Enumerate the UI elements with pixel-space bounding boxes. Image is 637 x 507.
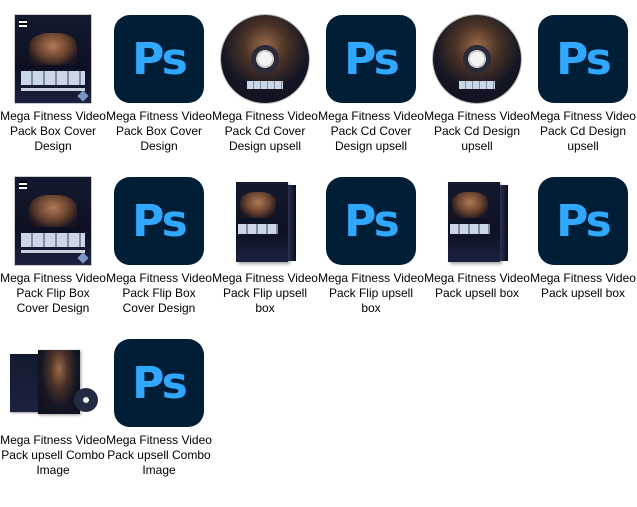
psd-thumbnail: Ps [538, 176, 628, 266]
image-thumbnail [8, 14, 98, 104]
file-label: Mega Fitness Video Pack Box Cover Design [0, 109, 106, 153]
psd-thumbnail: Ps [114, 176, 204, 266]
image-thumbnail [220, 14, 310, 104]
psd-thumbnail: Ps [326, 176, 416, 266]
product-box-thumbnail-icon [444, 178, 510, 264]
file-label: Mega Fitness Video Pack Cd Cover Design … [212, 109, 318, 153]
file-item[interactable]: Mega Fitness Video Pack Box Cover Design [0, 0, 106, 153]
file-label: Mega Fitness Video Pack Flip upsell box [212, 271, 318, 315]
file-label: Mega Fitness Video Pack upsell Combo Ima… [106, 433, 212, 477]
psd-thumbnail: Ps [114, 338, 204, 428]
cd-thumbnail-icon [433, 15, 521, 103]
file-label: Mega Fitness Video Pack Cd Design upsell [424, 109, 530, 153]
file-item[interactable]: Ps Mega Fitness Video Pack upsell box [530, 162, 636, 312]
file-item[interactable]: Ps Mega Fitness Video Pack Flip upsell b… [318, 162, 424, 315]
file-label: Mega Fitness Video Pack upsell box [530, 271, 636, 300]
image-thumbnail [432, 176, 522, 266]
file-label: Mega Fitness Video Pack Flip Box Cover D… [0, 271, 106, 315]
file-item[interactable]: Mega Fitness Video Pack Flip upsell box [212, 162, 318, 315]
file-item[interactable]: Ps Mega Fitness Video Pack Box Cover Des… [106, 0, 212, 153]
file-label: Mega Fitness Video Pack upsell box [424, 271, 530, 300]
product-box-thumbnail-icon [232, 178, 298, 264]
box-cover-thumbnail-icon [15, 177, 91, 265]
combo-image-thumbnail-icon [8, 348, 98, 418]
image-thumbnail [432, 14, 522, 104]
file-item[interactable]: Ps Mega Fitness Video Pack Flip Box Cove… [106, 162, 212, 315]
file-item[interactable]: Ps Mega Fitness Video Pack Cd Design ups… [530, 0, 636, 153]
photoshop-icon: Ps [114, 339, 204, 427]
psd-thumbnail: Ps [114, 14, 204, 104]
image-thumbnail [220, 176, 310, 266]
file-label: Mega Fitness Video Pack Flip Box Cover D… [106, 271, 212, 315]
photoshop-icon: Ps [538, 177, 628, 265]
file-label: Mega Fitness Video Pack Cd Cover Design … [318, 109, 424, 153]
psd-thumbnail: Ps [538, 14, 628, 104]
file-item[interactable]: Mega Fitness Video Pack Flip Box Cover D… [0, 162, 106, 315]
photoshop-icon: Ps [326, 15, 416, 103]
file-label: Mega Fitness Video Pack Cd Design upsell [530, 109, 636, 153]
photoshop-icon: Ps [326, 177, 416, 265]
psd-thumbnail: Ps [326, 14, 416, 104]
box-cover-thumbnail-icon [15, 15, 91, 103]
photoshop-icon: Ps [538, 15, 628, 103]
cd-thumbnail-icon [221, 15, 309, 103]
file-item[interactable]: Ps Mega Fitness Video Pack Cd Cover Desi… [318, 0, 424, 153]
file-item[interactable]: Ps Mega Fitness Video Pack upsell Combo … [106, 324, 212, 477]
file-label: Mega Fitness Video Pack upsell Combo Ima… [0, 433, 106, 477]
file-item[interactable]: Mega Fitness Video Pack upsell Combo Ima… [0, 324, 106, 477]
file-grid: Mega Fitness Video Pack Box Cover Design… [0, 0, 637, 507]
file-item[interactable]: Mega Fitness Video Pack upsell box [424, 162, 530, 312]
image-thumbnail [8, 338, 98, 428]
file-item[interactable]: Mega Fitness Video Pack Cd Cover Design … [212, 0, 318, 153]
image-thumbnail [8, 176, 98, 266]
file-item[interactable]: Mega Fitness Video Pack Cd Design upsell [424, 0, 530, 153]
file-label: Mega Fitness Video Pack Flip upsell box [318, 271, 424, 315]
photoshop-icon: Ps [114, 15, 204, 103]
photoshop-icon: Ps [114, 177, 204, 265]
file-label: Mega Fitness Video Pack Box Cover Design [106, 109, 212, 153]
